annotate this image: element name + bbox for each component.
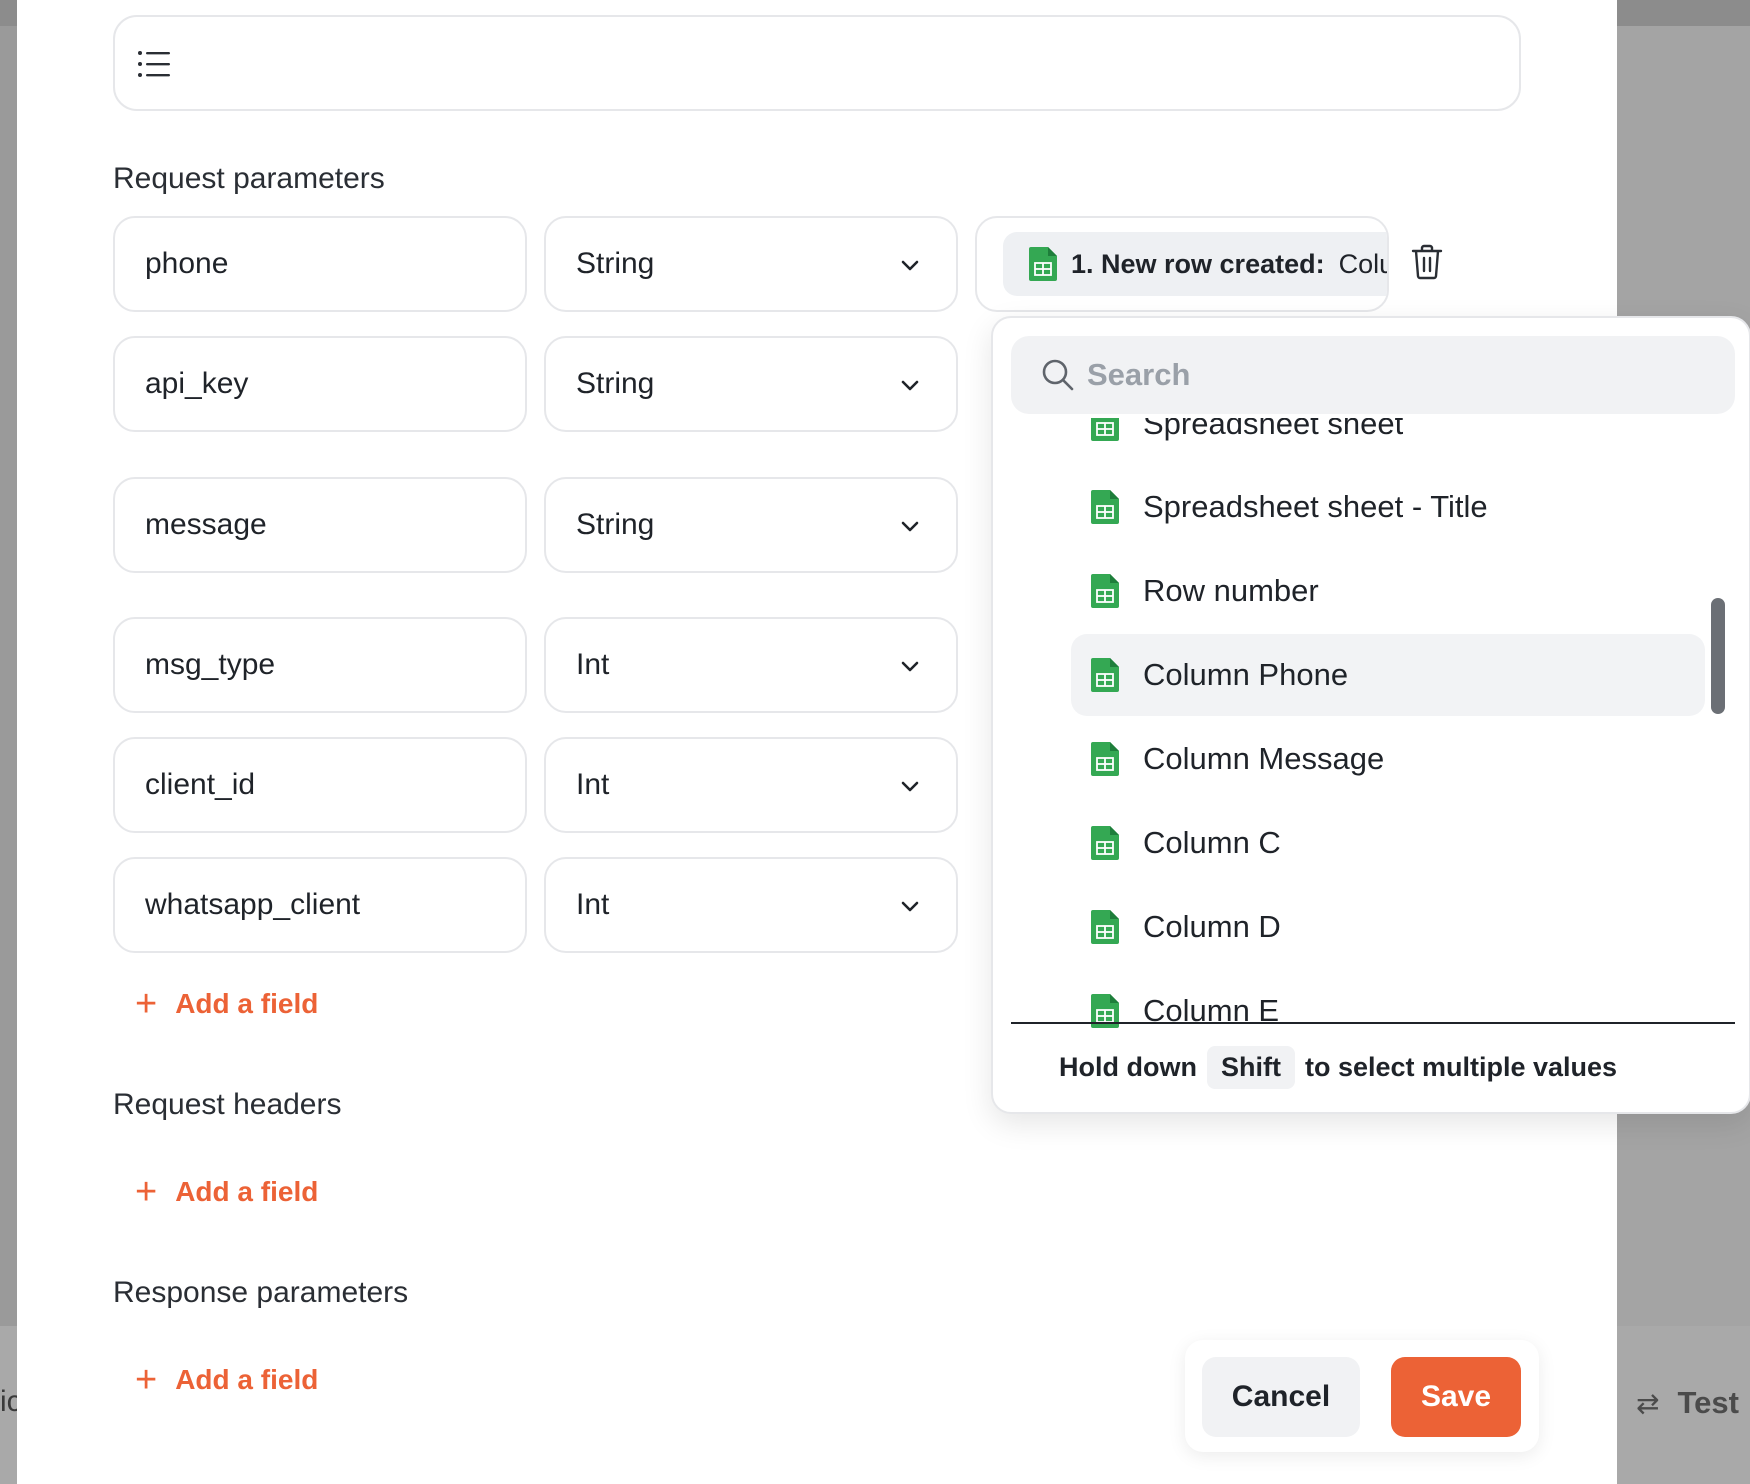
- add-field-label: Add a field: [175, 1364, 319, 1395]
- chip-label: 1. New row created:: [1071, 248, 1325, 279]
- param-type-value: String: [576, 247, 655, 280]
- chevron-down-icon: [901, 661, 919, 672]
- google-sheets-icon: [1029, 247, 1057, 281]
- param-name-value: whatsapp_client: [145, 888, 361, 921]
- param-name-value: msg_type: [145, 648, 276, 681]
- plus-icon: +: [135, 1171, 158, 1213]
- swap-arrows-icon: ⇄: [1636, 1387, 1660, 1419]
- request-headers-title: Request headers: [113, 1088, 342, 1121]
- add-response-parameter-button[interactable]: + Add a field: [135, 1361, 318, 1399]
- list-item[interactable]: Column D: [1071, 886, 1705, 968]
- param-name-value: message: [145, 508, 267, 541]
- param-name-field[interactable]: client_id: [113, 737, 527, 833]
- param-name-value: client_id: [145, 768, 256, 801]
- shift-key-badge: Shift: [1206, 1046, 1295, 1089]
- chevron-down-icon: [901, 901, 919, 912]
- chevron-down-icon: [901, 380, 919, 391]
- google-sheets-icon: [1091, 658, 1119, 692]
- hint-prefix: Hold down: [1059, 1052, 1197, 1082]
- param-name-value: phone: [145, 247, 229, 280]
- add-request-header-button[interactable]: + Add a field: [135, 1173, 318, 1211]
- param-name-field[interactable]: phone: [113, 216, 527, 312]
- plus-icon: +: [135, 983, 158, 1025]
- add-request-parameter-button[interactable]: + Add a field: [135, 985, 318, 1023]
- option-label: Row number: [1143, 573, 1319, 608]
- option-label: Column D: [1143, 909, 1281, 944]
- param-type-value: Int: [576, 768, 610, 801]
- dropdown-divider: [1011, 1022, 1735, 1024]
- options-list[interactable]: Spreadsheet sheet Spreadsheet sheet - Ti…: [993, 418, 1733, 1038]
- response-parameters-title: Response parameters: [113, 1276, 409, 1309]
- request-parameters-title: Request parameters: [113, 162, 385, 195]
- param-name-field[interactable]: message: [113, 477, 527, 573]
- api-request-modal: Request parameters phone String api_key …: [17, 0, 1750, 1484]
- param-type-select[interactable]: String: [544, 336, 958, 432]
- google-sheets-icon: [1091, 574, 1119, 608]
- google-sheets-icon: [1091, 418, 1119, 441]
- cancel-button[interactable]: Cancel: [1202, 1357, 1360, 1437]
- param-type-select[interactable]: Int: [544, 857, 958, 953]
- list-item-selected[interactable]: Column Phone: [1071, 634, 1705, 716]
- google-sheets-icon: [1091, 910, 1119, 944]
- search-box[interactable]: [1011, 336, 1735, 414]
- list-item[interactable]: Spreadsheet sheet: [1071, 418, 1705, 465]
- modal-actions: Cancel Save: [1185, 1340, 1539, 1452]
- google-sheets-icon: [1091, 826, 1119, 860]
- hint-suffix: to select multiple values: [1304, 1052, 1618, 1082]
- list-item[interactable]: Column E: [1071, 970, 1705, 1038]
- chevron-down-icon: [901, 521, 919, 532]
- param-name-field[interactable]: whatsapp_client: [113, 857, 527, 953]
- chip-value: Column Phone: [1338, 248, 1387, 279]
- add-field-label: Add a field: [175, 1176, 319, 1207]
- param-type-value: String: [576, 367, 655, 400]
- option-label: Spreadsheet sheet: [1143, 418, 1404, 441]
- add-field-label: Add a field: [175, 988, 319, 1019]
- option-label: Column Phone: [1143, 657, 1349, 692]
- param-type-value: String: [576, 508, 655, 541]
- param-name-value: api_key: [145, 367, 249, 400]
- variable-picker-dropdown: Spreadsheet sheet Spreadsheet sheet - Ti…: [991, 316, 1750, 1114]
- param-type-value: Int: [576, 888, 610, 921]
- multi-select-hint: Hold down Shift to select multiple value…: [1059, 1046, 1617, 1089]
- option-label: Column Message: [1143, 741, 1385, 776]
- list-item[interactable]: Column Message: [1071, 718, 1705, 800]
- trash-icon[interactable]: [1410, 244, 1444, 280]
- param-type-select[interactable]: String: [544, 216, 958, 312]
- background-test-button: ⇄ Test: [1636, 1385, 1739, 1421]
- list-icon: [138, 51, 170, 77]
- param-type-select[interactable]: Int: [544, 737, 958, 833]
- test-label: Test: [1677, 1385, 1739, 1420]
- list-item[interactable]: Spreadsheet sheet - Title: [1071, 466, 1705, 548]
- option-label: Column C: [1143, 825, 1281, 860]
- chevron-down-icon: [901, 260, 919, 271]
- search-input[interactable]: [1087, 357, 1687, 393]
- param-value-field[interactable]: 1. New row created: Column Phone: [975, 216, 1389, 312]
- list-item[interactable]: Column C: [1071, 802, 1705, 884]
- plus-icon: +: [135, 1359, 158, 1401]
- scrollbar-thumb[interactable]: [1711, 598, 1725, 714]
- google-sheets-icon: [1091, 742, 1119, 776]
- description-field[interactable]: [113, 15, 1521, 111]
- param-type-select[interactable]: String: [544, 477, 958, 573]
- save-button[interactable]: Save: [1391, 1357, 1521, 1437]
- google-sheets-icon: [1091, 490, 1119, 524]
- param-type-value: Int: [576, 648, 610, 681]
- chevron-down-icon: [901, 781, 919, 792]
- param-name-field[interactable]: msg_type: [113, 617, 527, 713]
- list-item[interactable]: Row number: [1071, 550, 1705, 632]
- option-label: Spreadsheet sheet - Title: [1143, 489, 1488, 524]
- mapped-value-chip[interactable]: 1. New row created: Column Phone: [1003, 232, 1387, 296]
- param-type-select[interactable]: Int: [544, 617, 958, 713]
- param-name-field[interactable]: api_key: [113, 336, 527, 432]
- search-icon: [1042, 359, 1074, 391]
